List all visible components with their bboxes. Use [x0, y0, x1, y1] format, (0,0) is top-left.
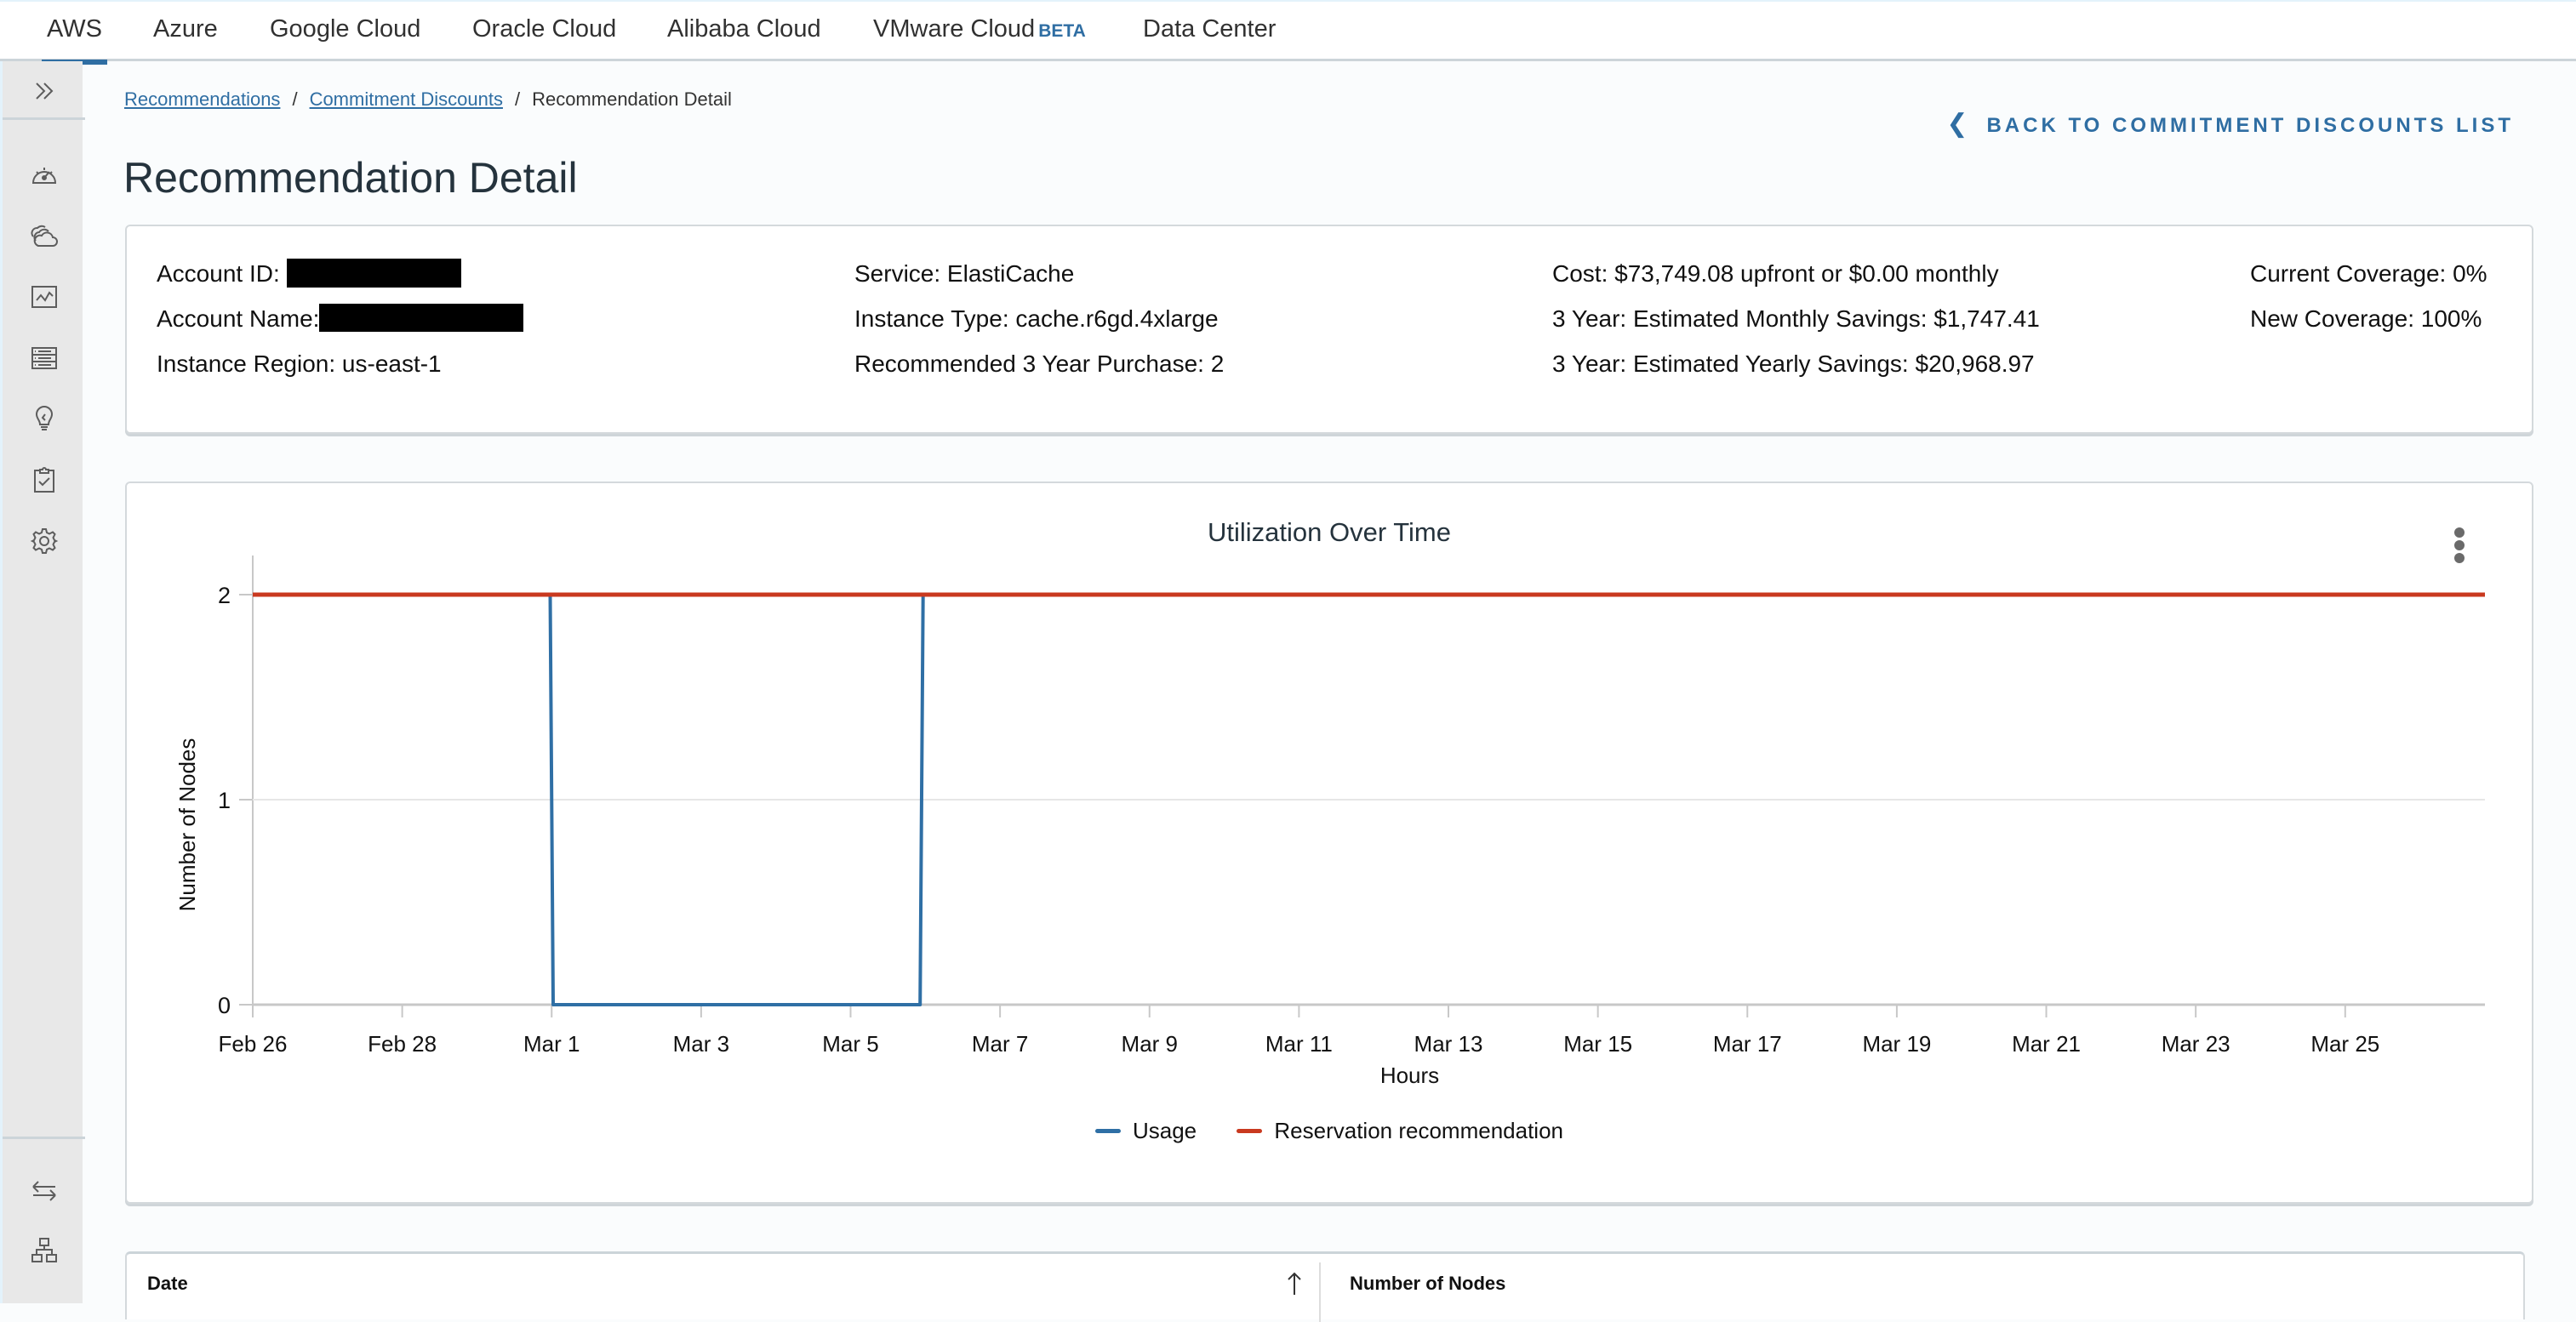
breadcrumb-commitment-discounts-link[interactable]: Commitment Discounts: [310, 88, 503, 110]
column-divider: [1319, 1262, 1321, 1322]
account-id-redacted: [286, 258, 461, 288]
utilization-chart-card: Utilization Over Time 0 1 2 Feb 26 Feb 28 Mar…: [125, 482, 2533, 1204]
y-tick-label: 0: [218, 993, 231, 1018]
tab-label: Alibaba Cloud: [667, 15, 821, 43]
cost-column: Cost: $73,749.08 upfront or $0.00 monthl…: [1552, 260, 2040, 396]
y-tick-label: 1: [218, 788, 231, 813]
legend-item-reservation[interactable]: Reservation recommendation: [1237, 1118, 1563, 1144]
swap-arrows-icon[interactable]: [30, 1177, 59, 1205]
account-id-label: Account ID:: [157, 260, 280, 287]
clouds-icon[interactable]: [30, 222, 59, 251]
sidebar-divider: [3, 1137, 85, 1139]
lightbulb-icon[interactable]: [30, 404, 59, 433]
column-header-number-of-nodes[interactable]: Number of Nodes: [1350, 1273, 1505, 1295]
instance-type: Instance Type: cache.r6gd.4xlarge: [854, 305, 1219, 332]
new-coverage: New Coverage: 100%: [2250, 305, 2482, 332]
hierarchy-icon[interactable]: [30, 1236, 59, 1265]
cost: Cost: $73,749.08 upfront or $0.00 monthl…: [1552, 260, 1999, 287]
instance-region: Instance Region: us-east-1: [157, 350, 442, 377]
legend-label: Usage: [1132, 1118, 1197, 1143]
breadcrumb: Recommendations / Commitment Discounts / Rec…: [124, 88, 732, 111]
utilization-table: Date Number of Nodes: [125, 1251, 2525, 1322]
x-tick-label: Mar 3: [673, 1031, 729, 1057]
tab-google-cloud[interactable]: Google Cloud: [270, 15, 420, 63]
account-name: Account Name:: [157, 304, 524, 350]
tab-label: AWS: [47, 15, 102, 43]
x-tick-label: Mar 19: [1862, 1031, 1931, 1057]
chevron-left-icon: ❮: [1946, 110, 1968, 138]
breadcrumb-current: Recommendation Detail: [532, 88, 732, 110]
x-tick-label: Mar 23: [2162, 1031, 2230, 1057]
legend-item-usage[interactable]: Usage: [1094, 1118, 1197, 1144]
utilization-chart: 0 1 2 Feb 26 Feb 28 Mar 1 Mar 3 Mar 5 Mar 7 Mar 9…: [174, 556, 2485, 1088]
yearly-savings: 3 Year: Estimated Yearly Savings: $20,96…: [1552, 350, 2035, 377]
tab-oracle-cloud[interactable]: Oracle Cloud: [472, 15, 616, 63]
tab-label: VMware Cloud: [873, 15, 1036, 43]
x-tick-label: Mar 17: [1713, 1031, 1782, 1057]
x-tick-label: Mar 11: [1265, 1031, 1333, 1057]
dashboard-gauge-icon[interactable]: [30, 161, 59, 190]
back-to-list-link[interactable]: ❮ BACK TO COMMITMENT DISCOUNTS LIST: [1946, 109, 2514, 139]
tab-aws[interactable]: AWS: [42, 15, 107, 65]
service-column: Service: ElastiCache Instance Type: cach…: [854, 260, 1224, 396]
coverage-column: Current Coverage: 0% New Coverage: 100%: [2250, 260, 2487, 350]
tab-data-center[interactable]: Data Center: [1143, 15, 1276, 63]
chevron-double-right-icon[interactable]: [30, 77, 59, 105]
chart-legend: Usage Reservation recommendation: [127, 1113, 2532, 1144]
x-tick-label: Mar 13: [1414, 1031, 1483, 1057]
x-tick-label: Mar 1: [523, 1031, 580, 1057]
x-tick-label: Mar 15: [1563, 1031, 1632, 1057]
x-tick-label: Mar 21: [2012, 1031, 2081, 1057]
monthly-savings: 3 Year: Estimated Monthly Savings: $1,74…: [1552, 305, 2040, 332]
x-tick-label: Mar 25: [2310, 1031, 2379, 1057]
breadcrumb-separator: /: [292, 88, 298, 110]
account-id: Account ID:: [157, 258, 523, 305]
sidebar: [0, 61, 85, 1303]
recommendation-summary-card: Account ID: Account Name: Instance Regio…: [125, 225, 2533, 434]
gear-icon[interactable]: [30, 527, 59, 556]
y-axis-label: Number of Nodes: [174, 738, 200, 912]
x-tick-label: Mar 7: [972, 1031, 1028, 1057]
tab-label: Data Center: [1143, 15, 1277, 43]
tab-label: Oracle Cloud: [472, 15, 617, 43]
clipboard-check-icon[interactable]: [30, 465, 59, 494]
legend-swatch-usage: [1094, 1129, 1121, 1133]
cloud-provider-tabs: AWS Azure Google Cloud Oracle Cloud Alib…: [0, 0, 2576, 65]
recommended-purchase: Recommended 3 Year Purchase: 2: [854, 350, 1225, 377]
beta-badge: BETA: [1038, 21, 1086, 41]
account-name-redacted: [319, 304, 524, 333]
tab-vmware-cloud[interactable]: VMware Cloud BETA: [873, 15, 1086, 63]
legend-label: Reservation recommendation: [1274, 1118, 1563, 1143]
tab-azure[interactable]: Azure: [153, 15, 218, 63]
service: Service: ElastiCache: [854, 260, 1075, 287]
page-title: Recommendation Detail: [123, 154, 578, 202]
account-name-label: Account Name:: [157, 305, 320, 332]
tab-alibaba-cloud[interactable]: Alibaba Cloud: [667, 15, 821, 63]
y-tick-label: 2: [218, 583, 231, 608]
line-chart-icon[interactable]: [30, 282, 59, 311]
tab-label: Google Cloud: [270, 15, 421, 43]
x-tick-label: Feb 26: [219, 1031, 288, 1057]
breadcrumb-recommendations-link[interactable]: Recommendations: [124, 88, 280, 110]
current-coverage: Current Coverage: 0%: [2250, 260, 2487, 287]
legend-swatch-reservation: [1237, 1129, 1263, 1133]
sort-ascending-icon[interactable]: [1286, 1271, 1303, 1296]
tab-label: Azure: [153, 15, 218, 43]
x-axis-label: Hours: [1380, 1063, 1439, 1088]
account-column: Account ID: Account Name: Instance Regio…: [157, 258, 524, 396]
server-list-icon[interactable]: [30, 344, 59, 373]
breadcrumb-separator: /: [514, 88, 521, 110]
sidebar-divider: [3, 117, 85, 120]
x-tick-label: Mar 5: [822, 1031, 878, 1057]
back-link-label: BACK TO COMMITMENT DISCOUNTS LIST: [1986, 114, 2514, 137]
column-header-date[interactable]: Date: [147, 1273, 188, 1295]
x-tick-label: Mar 9: [1122, 1031, 1178, 1057]
x-tick-label: Feb 28: [368, 1031, 437, 1057]
